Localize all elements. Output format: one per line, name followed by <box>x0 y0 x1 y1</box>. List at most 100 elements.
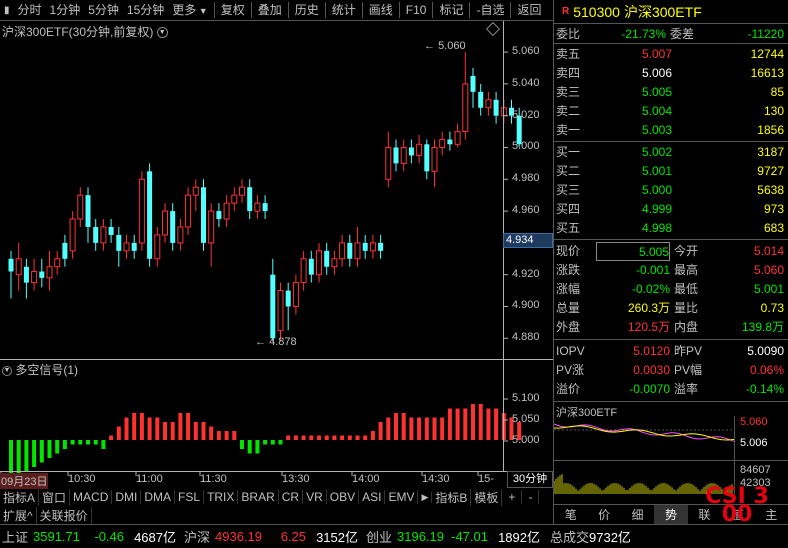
ask-row[interactable]: 卖二 5.004 130 <box>554 102 788 121</box>
stat-label: 涨跌 <box>556 263 581 277</box>
tab-more[interactable]: 更多 ▼ <box>168 0 211 21</box>
bid-book: 买一 5.002 3187 买二 5.001 9727 买三 5.000 5638 买四 4.999… <box>554 142 788 240</box>
tab-dma[interactable]: DMA <box>141 490 176 504</box>
candle-up <box>185 187 192 235</box>
history-button[interactable]: 历史 <box>291 0 323 21</box>
signal-bar <box>370 431 375 440</box>
candle-down <box>285 282 291 331</box>
signal-bar <box>101 440 106 449</box>
signal-bar <box>16 440 21 476</box>
index-turnover: 4687亿 <box>134 530 176 545</box>
candlestick-chart[interactable] <box>0 21 553 497</box>
price-tick-label: 4.900 <box>512 299 540 312</box>
detail-tab[interactable]: 价 <box>587 505 620 524</box>
mini-y-low: 5.006 <box>740 437 768 449</box>
divider <box>287 2 289 18</box>
detail-tab[interactable]: 笔 <box>554 505 587 524</box>
bid-row[interactable]: 买一 5.002 3187 <box>554 143 788 162</box>
adjust-button[interactable]: 复权 <box>217 0 249 21</box>
signal-bar <box>32 440 37 467</box>
candle-down <box>324 242 330 275</box>
tab-obv[interactable]: OBV <box>327 490 360 504</box>
index-name[interactable]: 沪深 <box>176 527 210 546</box>
ask-row[interactable]: 卖五 5.007 12744 <box>554 45 788 64</box>
signal-bar <box>324 435 329 440</box>
tab-trix[interactable]: TRIX <box>204 490 239 504</box>
book-level-label: 卖五 <box>556 47 581 61</box>
tab-15min[interactable]: 15分钟 <box>123 0 168 21</box>
candle-down <box>247 179 253 220</box>
indicator-collapse-icon[interactable]: ▼ <box>2 365 12 376</box>
index-name[interactable]: 创业 <box>358 527 392 546</box>
signal-bar <box>132 413 137 440</box>
window-menu-icon[interactable]: ▮ <box>0 0 14 21</box>
detail-tab[interactable]: 势 <box>654 505 688 524</box>
tab-related-quotes[interactable]: 关联报价 <box>37 506 92 524</box>
ask-row[interactable]: 卖四 5.006 16613 <box>554 64 788 83</box>
indicator-title-text: 多空信号(1) <box>15 363 79 377</box>
candle-up <box>239 179 245 204</box>
candle-up <box>15 242 22 291</box>
stock-code: 510300 <box>573 3 620 20</box>
tab-emv[interactable]: EMV <box>385 490 419 504</box>
tab-extend[interactable]: 扩展^ <box>0 506 37 524</box>
stat-label: 总量 <box>556 301 581 315</box>
tab-brar[interactable]: BRAR <box>238 490 279 504</box>
tab-indicator-b[interactable]: 指标B <box>432 488 472 506</box>
tab-dmi[interactable]: DMI <box>112 490 142 504</box>
tab-vr[interactable]: VR <box>303 490 327 504</box>
low-value: 4.878 <box>269 336 297 348</box>
tab-1min[interactable]: 1分钟 <box>46 0 85 21</box>
ask-row[interactable]: 卖一 5.003 1856 <box>554 121 788 140</box>
tab-5min[interactable]: 5分钟 <box>84 0 123 21</box>
stat-value: 5.005 <box>596 242 670 261</box>
signal-bar <box>286 435 291 440</box>
book-level-label: 卖一 <box>556 123 581 137</box>
tab-cr[interactable]: CR <box>279 490 304 504</box>
mark-button[interactable]: 标记 <box>435 0 467 21</box>
signal-bar <box>109 435 114 440</box>
tab-macd[interactable]: MACD <box>70 490 113 504</box>
zoom-out-button[interactable]: - <box>522 490 540 504</box>
r-flag-icon: R <box>562 6 570 17</box>
signal-bars <box>9 404 522 476</box>
stat-value: 120.5万 <box>627 320 670 334</box>
total-turnover-value: 9732亿 <box>589 530 631 545</box>
bid-row[interactable]: 买三 5.000 5638 <box>554 181 788 200</box>
bid-row[interactable]: 买四 4.999 973 <box>554 200 788 219</box>
tab-window[interactable]: 窗口 <box>39 488 71 506</box>
candle-up <box>54 250 61 275</box>
f10-button[interactable]: F10 <box>402 0 431 21</box>
candle-up <box>208 203 215 267</box>
candle-down <box>131 234 137 259</box>
candle-up <box>223 195 230 227</box>
tab-template[interactable]: 模板 <box>471 488 503 506</box>
draw-button[interactable]: 画线 <box>365 0 397 21</box>
bid-row[interactable]: 买二 5.001 9727 <box>554 162 788 181</box>
zoom-in-button[interactable]: + <box>502 490 523 504</box>
stat-label: 溢率 <box>674 382 699 396</box>
candle-up <box>162 203 168 243</box>
tab-asi[interactable]: ASI <box>359 490 386 504</box>
price-tick-label: 4.960 <box>512 204 540 217</box>
stats-button[interactable]: 统计 <box>328 0 360 21</box>
tab-indicator-a[interactable]: 指标A <box>0 488 40 506</box>
candle-up <box>400 139 407 172</box>
period-badge[interactable]: 30分钟 <box>507 471 553 488</box>
divider <box>361 2 363 18</box>
tab-timeshare[interactable]: 分时 <box>14 0 46 21</box>
signal-bar <box>386 417 391 440</box>
detail-tab[interactable]: 细 <box>621 505 654 524</box>
ask-row[interactable]: 卖三 5.005 85 <box>554 83 788 102</box>
mini-chart[interactable]: 沪深300ETF 5.060 5.006 84607 42303 <box>554 402 788 494</box>
overlay-button[interactable]: 叠加 <box>254 0 286 21</box>
back-button[interactable]: 返回 <box>513 0 545 21</box>
indicator-tabs: 指标A 窗口 MACD DMI DMA FSL TRIX BRAR CR VR … <box>0 488 553 506</box>
order-diff-label: 委差 <box>670 27 695 41</box>
scroll-right-icon[interactable]: ▶ <box>418 491 433 503</box>
watchlist-button[interactable]: -自选 <box>472 0 508 21</box>
index-name[interactable]: 上证 <box>0 527 28 546</box>
tab-fsl[interactable]: FSL <box>175 490 205 504</box>
candle-up <box>31 258 38 291</box>
bid-row[interactable]: 买五 4.998 683 <box>554 219 788 238</box>
